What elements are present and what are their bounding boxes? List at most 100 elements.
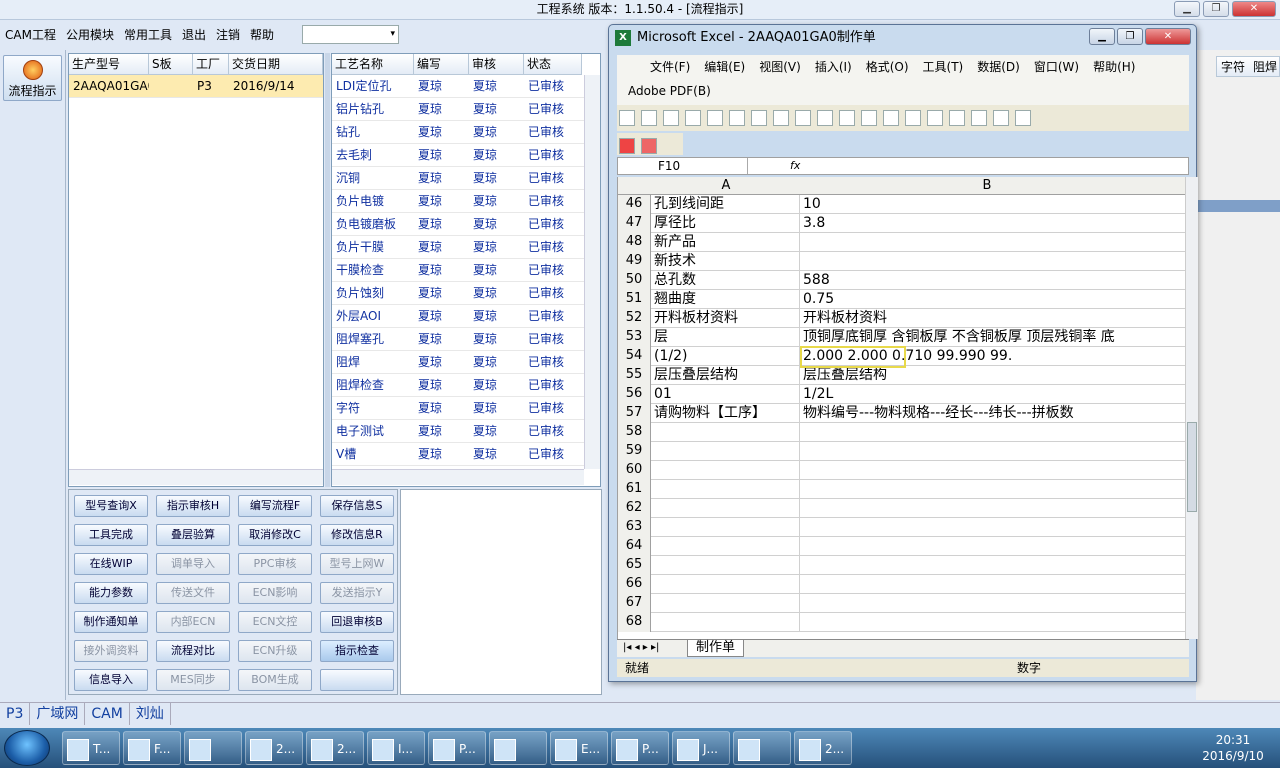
cell-a[interactable]: [652, 575, 800, 594]
cell-a[interactable]: 新技术: [652, 252, 800, 271]
function-button[interactable]: 保存信息S: [320, 495, 394, 517]
cell-b[interactable]: [801, 537, 1173, 556]
cell-a[interactable]: [652, 556, 800, 575]
excel-menu-item[interactable]: 帮助(H): [1086, 55, 1142, 79]
col-b-header[interactable]: B: [801, 177, 1173, 195]
menu-cam[interactable]: CAM工程: [0, 24, 61, 46]
row-number[interactable]: 49: [618, 252, 651, 271]
nav-flow-button[interactable]: 流程指示: [3, 55, 62, 101]
col-a-header[interactable]: A: [652, 177, 800, 195]
cut-icon[interactable]: [817, 110, 833, 126]
pdf-create-icon[interactable]: [619, 138, 635, 154]
cell-a[interactable]: [652, 423, 800, 442]
fill-color-icon[interactable]: [1015, 110, 1031, 126]
cell-a[interactable]: 层压叠层结构: [652, 366, 800, 385]
cell-b[interactable]: 物料编号---物料规格---经长---纬长---拼板数: [801, 404, 1173, 423]
function-button[interactable]: 型号上网W: [320, 553, 394, 575]
menu-public[interactable]: 公用模块: [61, 24, 119, 46]
function-button[interactable]: 流程对比: [156, 640, 230, 662]
function-button[interactable]: 型号查询X: [74, 495, 148, 517]
cell-b[interactable]: [801, 594, 1173, 613]
cell-a[interactable]: [652, 537, 800, 556]
cell-b[interactable]: 10: [801, 195, 1173, 214]
function-button[interactable]: 接外调资料: [74, 640, 148, 662]
cell-b[interactable]: [801, 499, 1173, 518]
cell-a[interactable]: (1/2): [652, 347, 800, 366]
function-button[interactable]: 发送指示Y: [320, 582, 394, 604]
excel-menu-item[interactable]: 窗口(W): [1027, 55, 1086, 79]
menu-adobe-pdf[interactable]: Adobe PDF(B): [621, 79, 718, 103]
excel-maximize-button[interactable]: ❐: [1117, 28, 1143, 45]
taskbar-item[interactable]: P...: [428, 731, 486, 765]
cell-b[interactable]: 顶铜厚底铜厚 含铜板厚 不含铜板厚 顶层残铜率 底: [801, 328, 1173, 347]
cell-a[interactable]: 孔到线间距: [652, 195, 800, 214]
horizontal-scrollbar[interactable]: [332, 469, 584, 485]
undo-icon[interactable]: [905, 110, 921, 126]
table-row[interactable]: 外层AOI 夏琼 夏琼 已审核: [332, 305, 600, 328]
table-row[interactable]: 沉铜 夏琼 夏琼 已审核: [332, 167, 600, 190]
taskbar-item[interactable]: [489, 731, 547, 765]
table-row[interactable]: 干膜检查 夏琼 夏琼 已审核: [332, 259, 600, 282]
col-header[interactable]: 审核: [469, 54, 524, 75]
function-button[interactable]: 修改信息R: [320, 524, 394, 546]
row-number[interactable]: 67: [618, 594, 651, 613]
paste-icon[interactable]: [861, 110, 877, 126]
cell-a[interactable]: 厚径比: [652, 214, 800, 233]
fx-icon[interactable]: fx: [790, 158, 800, 174]
maximize-button[interactable]: ❐: [1203, 1, 1229, 17]
function-button[interactable]: 指示检查: [320, 640, 394, 662]
row-number[interactable]: 62: [618, 499, 651, 518]
menu-exit[interactable]: 退出: [177, 24, 211, 46]
row-number[interactable]: 56: [618, 385, 651, 404]
minimize-button[interactable]: ▁: [1174, 1, 1200, 17]
cell-a[interactable]: [652, 461, 800, 480]
function-button[interactable]: MES同步: [156, 669, 230, 691]
new-icon[interactable]: [619, 110, 635, 126]
table-row[interactable]: 阻焊塞孔 夏琼 夏琼 已审核: [332, 328, 600, 351]
close-button[interactable]: ✕: [1232, 1, 1276, 17]
email-icon[interactable]: [707, 110, 723, 126]
function-button[interactable]: 编写流程F: [238, 495, 312, 517]
cell-b[interactable]: [801, 575, 1173, 594]
table-row[interactable]: 阻焊检查 夏琼 夏琼 已审核: [332, 374, 600, 397]
function-button[interactable]: 回退审核B: [320, 611, 394, 633]
function-button[interactable]: 工具完成: [74, 524, 148, 546]
table-row[interactable]: 钻孔 夏琼 夏琼 已审核: [332, 121, 600, 144]
function-button[interactable]: ECN文控: [238, 611, 312, 633]
excel-menu-item[interactable]: 格式(O): [859, 55, 916, 79]
clock[interactable]: 20:31 2016/9/10: [1190, 732, 1276, 764]
table-row[interactable]: 阻焊 夏琼 夏琼 已审核: [332, 351, 600, 374]
menu-tools[interactable]: 常用工具: [119, 24, 177, 46]
row-number[interactable]: 66: [618, 575, 651, 594]
row-number[interactable]: 46: [618, 195, 651, 214]
function-button[interactable]: BOM生成: [238, 669, 312, 691]
row-number[interactable]: 55: [618, 366, 651, 385]
table-row[interactable]: 电子测试 夏琼 夏琼 已审核: [332, 420, 600, 443]
splitter[interactable]: [325, 53, 330, 487]
cell-b[interactable]: 1/2L: [801, 385, 1173, 404]
hyperlink-icon[interactable]: [949, 110, 965, 126]
sheet-tab[interactable]: 制作单: [687, 640, 745, 657]
table-row[interactable]: 负片干膜 夏琼 夏琼 已审核: [332, 236, 600, 259]
redo-icon[interactable]: [927, 110, 943, 126]
cell-b[interactable]: [801, 480, 1173, 499]
function-button[interactable]: 取消修改C: [238, 524, 312, 546]
table-row[interactable]: 负电镀磨板 夏琼 夏琼 已审核: [332, 213, 600, 236]
excel-menu-item[interactable]: 工具(T): [916, 55, 971, 79]
cell-b[interactable]: [801, 518, 1173, 537]
col-header[interactable]: 状态: [524, 54, 582, 75]
row-number[interactable]: 50: [618, 271, 651, 290]
vertical-scrollbar[interactable]: [584, 75, 600, 469]
print-icon[interactable]: [729, 110, 745, 126]
row-number[interactable]: 53: [618, 328, 651, 347]
table-row[interactable]: 2AAQA01GA0 P3 2016/9/14: [69, 75, 323, 98]
row-number[interactable]: 52: [618, 309, 651, 328]
cell-a[interactable]: [652, 480, 800, 499]
taskbar-item[interactable]: 2...: [794, 731, 852, 765]
col-header[interactable]: 编写: [414, 54, 469, 75]
cell-a[interactable]: [652, 594, 800, 613]
function-button[interactable]: 制作通知单: [74, 611, 148, 633]
row-number[interactable]: 59: [618, 442, 651, 461]
taskbar-item[interactable]: [184, 731, 242, 765]
taskbar-item[interactable]: J...: [672, 731, 730, 765]
